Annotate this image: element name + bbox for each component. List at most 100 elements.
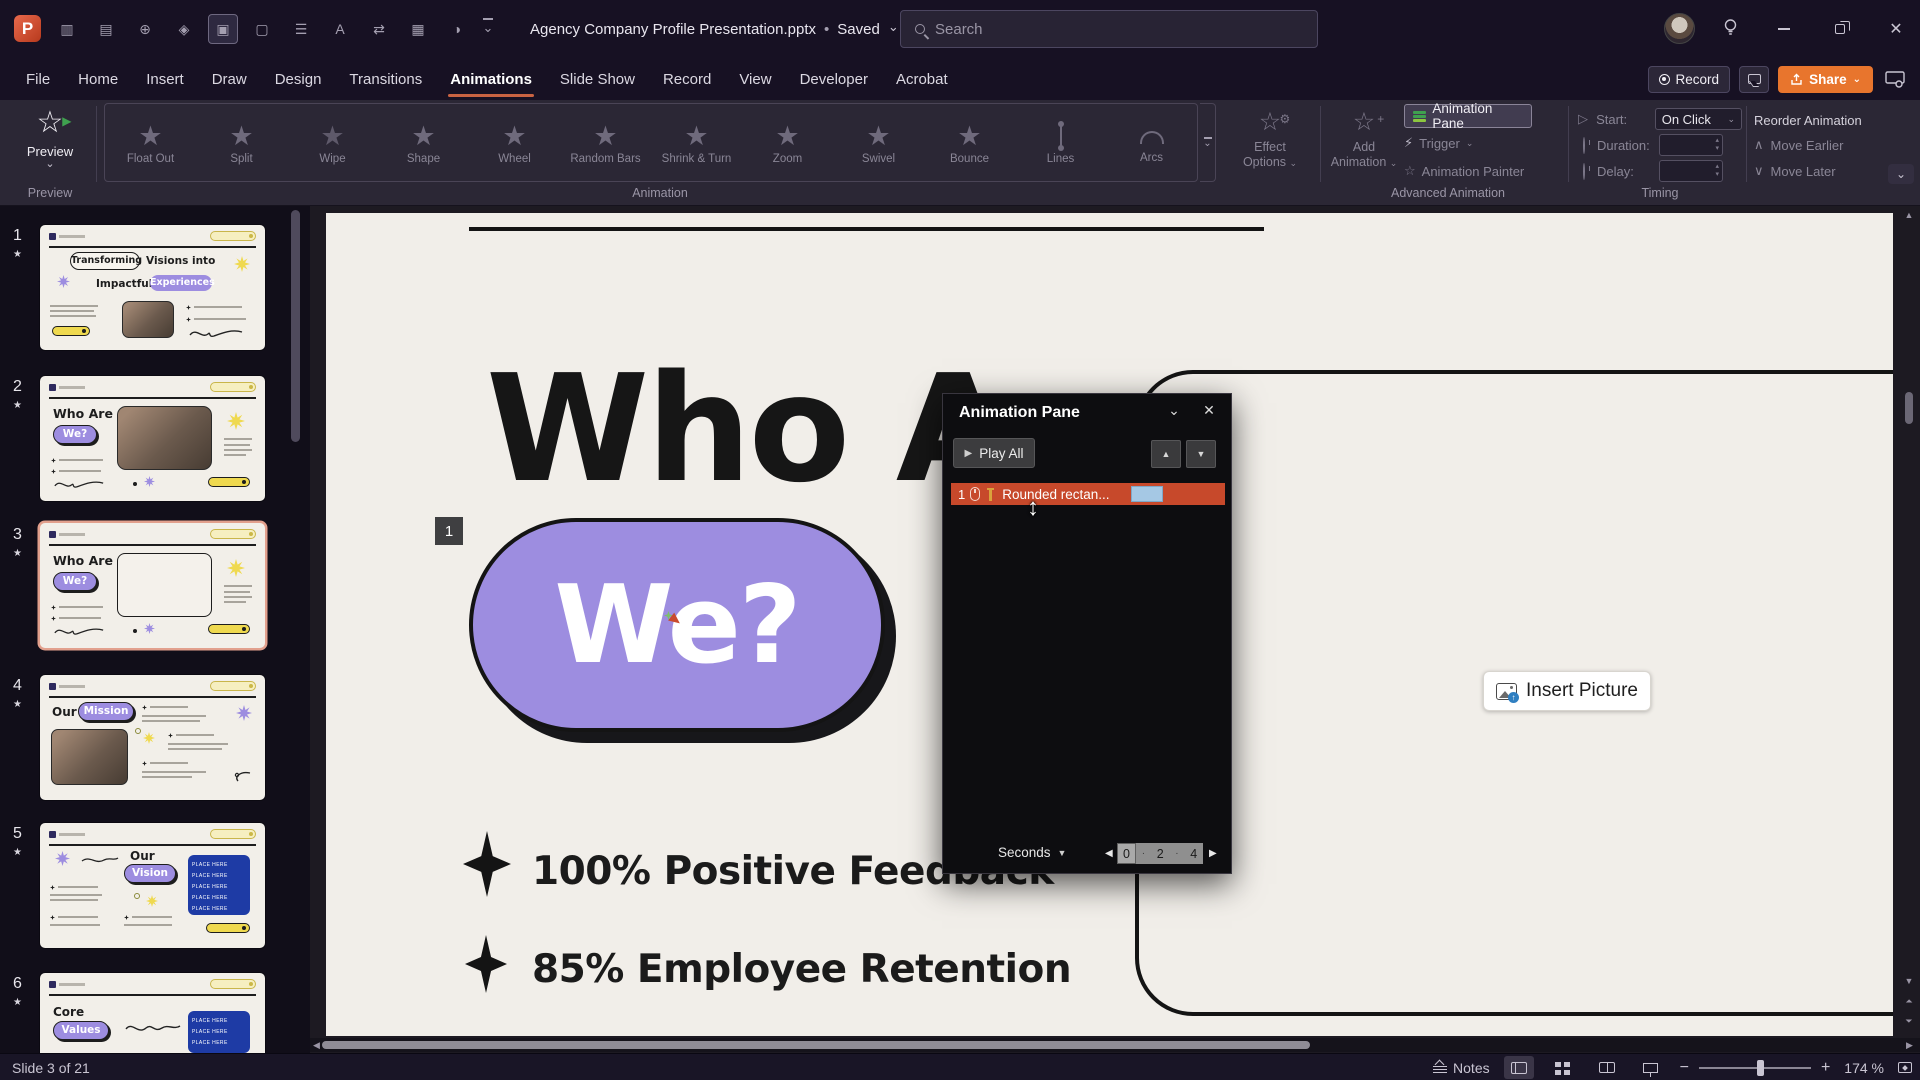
minimize-button[interactable] (1761, 0, 1807, 58)
tab-animations[interactable]: Animations (436, 58, 546, 100)
document-title[interactable]: Agency Company Profile Presentation.pptx… (530, 0, 899, 58)
tab-slide-show[interactable]: Slide Show (546, 58, 649, 100)
bullet-employee-retention[interactable]: 85% Employee Retention (532, 947, 1071, 992)
start-dropdown[interactable]: On Click⌄ (1655, 108, 1742, 130)
horizontal-scrollbar[interactable]: ◀ ▶ (310, 1038, 1920, 1052)
distribute-horizontal-icon[interactable]: ▤ (91, 14, 121, 44)
shape-fill-icon[interactable]: ◑ (442, 14, 472, 44)
record-button[interactable]: Record (1648, 66, 1731, 93)
move-tool-icon[interactable]: ⊕ (130, 14, 160, 44)
seconds-dropdown[interactable]: Seconds▼ (998, 845, 1066, 860)
timeline-scroll-left-icon[interactable]: ◀ (1105, 848, 1113, 859)
move-down-button[interactable]: ▼ (1186, 440, 1216, 468)
powerpoint-logo-icon[interactable]: P (14, 15, 41, 42)
normal-view-button[interactable] (1504, 1056, 1534, 1079)
tell-me-lightbulb-icon[interactable] (1722, 18, 1739, 42)
effect-options-button[interactable]: ☆⚙ EffectOptions ⌄ (1228, 104, 1312, 184)
trigger-button[interactable]: ⚡ Trigger⌄ (1404, 130, 1574, 156)
play-all-button[interactable]: ▶ Play All (953, 438, 1035, 468)
tab-acrobat[interactable]: Acrobat (882, 58, 962, 100)
animation-zoom[interactable]: ★Zoom (742, 104, 833, 181)
pane-collapse-icon[interactable]: ⌄ (1159, 402, 1189, 424)
preview-button[interactable]: ☆▶ Preview ⌄ (12, 104, 88, 184)
pane-close-icon[interactable]: ✕ (1195, 402, 1223, 424)
tab-home[interactable]: Home (64, 58, 132, 100)
tab-view[interactable]: View (725, 58, 785, 100)
vertical-scroll-thumb[interactable] (1905, 392, 1913, 424)
thumbnail-slide-1[interactable]: Transforming Visions into Impactful Expe… (40, 225, 265, 350)
fit-slide-to-window-icon[interactable] (1898, 1062, 1912, 1073)
animation-float-out[interactable]: ★Float Out (105, 104, 196, 181)
thumbnail-slide-2[interactable]: Who Are We? (40, 376, 265, 501)
move-up-button[interactable]: ▲ (1151, 440, 1181, 468)
horizontal-scroll-thumb[interactable] (322, 1041, 1310, 1049)
animation-bounce[interactable]: ★Bounce (924, 104, 1015, 181)
slideshow-view-button[interactable] (1636, 1056, 1666, 1079)
animation-wheel[interactable]: ★Wheel (469, 104, 560, 181)
zoom-in-icon[interactable]: + (1821, 1060, 1830, 1076)
eraser-tool-icon[interactable]: ◈ (169, 14, 199, 44)
animation-lines[interactable]: Lines (1015, 104, 1106, 181)
thumbnail-slide-3-selected[interactable]: Who Are We? (40, 523, 265, 648)
search-input[interactable]: Search (900, 10, 1318, 48)
customize-quick-access-icon[interactable]: ⌄ (478, 18, 498, 36)
zoom-level[interactable]: 174 % (1844, 1060, 1884, 1076)
thumbnail-slide-4[interactable]: Our Mission (40, 675, 265, 800)
thumbnail-scrollbar[interactable] (291, 210, 300, 442)
tab-design[interactable]: Design (261, 58, 336, 100)
user-avatar[interactable] (1664, 13, 1695, 44)
animation-painter-button[interactable]: ☆ Animation Painter (1404, 158, 1574, 184)
text-align-icon[interactable]: ☰ (286, 14, 316, 44)
tab-record[interactable]: Record (649, 58, 725, 100)
notes-button[interactable]: Notes (1433, 1060, 1490, 1076)
animation-arcs[interactable]: Arcs (1106, 104, 1197, 181)
align-objects-icon[interactable]: ▣ (208, 14, 238, 44)
animation-shape[interactable]: ★Shape (378, 104, 469, 181)
zoom-slider[interactable] (1699, 1067, 1811, 1069)
swap-position-icon[interactable]: ⇄ (364, 14, 394, 44)
collapse-ribbon-button[interactable]: ⌄ (1888, 164, 1914, 184)
tab-file[interactable]: File (12, 58, 64, 100)
previous-slide-icon[interactable]: ⏶ (1902, 996, 1916, 1006)
duration-spinner[interactable]: ▴▾ (1659, 134, 1723, 156)
insert-picture-button[interactable]: ↑ Insert Picture (1483, 671, 1651, 711)
add-animation-button[interactable]: ☆+ AddAnimation ⌄ (1322, 104, 1406, 184)
reading-view-button[interactable] (1592, 1056, 1622, 1079)
comments-button[interactable] (1739, 66, 1769, 93)
title-chevron-icon[interactable]: ⌄ (888, 19, 899, 35)
animation-shrink-turn[interactable]: ★Shrink & Turn (651, 104, 742, 181)
tab-insert[interactable]: Insert (132, 58, 198, 100)
animation-split[interactable]: ★Split (196, 104, 287, 181)
present-to-icon[interactable] (1882, 70, 1908, 88)
zoom-slider-thumb[interactable] (1757, 1060, 1764, 1076)
restore-button[interactable] (1817, 0, 1863, 58)
crop-tool-icon[interactable]: ▢ (247, 14, 277, 44)
tab-transitions[interactable]: Transitions (335, 58, 436, 100)
animation-wipe[interactable]: ★Wipe (287, 104, 378, 181)
move-later-button[interactable]: ∨Move Later (1754, 158, 1862, 184)
rotate-object-icon[interactable]: ▦ (403, 14, 433, 44)
animation-pane-button[interactable]: Animation Pane (1404, 104, 1532, 128)
tab-developer[interactable]: Developer (786, 58, 882, 100)
scroll-right-icon[interactable]: ▶ (1906, 1040, 1913, 1051)
animation-swivel[interactable]: ★Swivel (833, 104, 924, 181)
slide-indicator[interactable]: Slide 3 of 21 (12, 1054, 90, 1080)
distribute-vertical-icon[interactable]: ▥ (52, 14, 82, 44)
timeline-scroll-right-icon[interactable]: ▶ (1209, 848, 1217, 859)
slide-sorter-view-button[interactable] (1548, 1056, 1578, 1079)
timeline-scale[interactable]: 0 ·2 ·4 (1117, 843, 1203, 864)
thumbnail-slide-5[interactable]: Our Vision PLACE HEREPLACE HEREPLACE HER… (40, 823, 265, 948)
timing-bar[interactable] (1131, 486, 1163, 502)
scroll-left-icon[interactable]: ◀ (313, 1040, 320, 1051)
zoom-out-icon[interactable]: − (1680, 1060, 1689, 1076)
animation-list-item[interactable]: 1 Rounded rectan... (951, 483, 1225, 505)
scroll-down-icon[interactable]: ▼ (1902, 976, 1916, 986)
delay-spinner[interactable]: ▴▾ (1659, 160, 1723, 182)
thumbnail-slide-6[interactable]: Core Values PLACE HEREPLACE HEREPLACE HE… (40, 973, 265, 1053)
vertical-scrollbar[interactable]: ▲ ▼ ⏶ ⏷ (1902, 210, 1916, 1038)
tab-draw[interactable]: Draw (198, 58, 261, 100)
share-button[interactable]: Share ⌄ (1778, 66, 1873, 93)
gallery-more-button[interactable]: ⌄ (1200, 103, 1216, 182)
scroll-up-icon[interactable]: ▲ (1902, 210, 1916, 220)
preview-dropdown-icon[interactable]: ⌄ (45, 157, 54, 170)
